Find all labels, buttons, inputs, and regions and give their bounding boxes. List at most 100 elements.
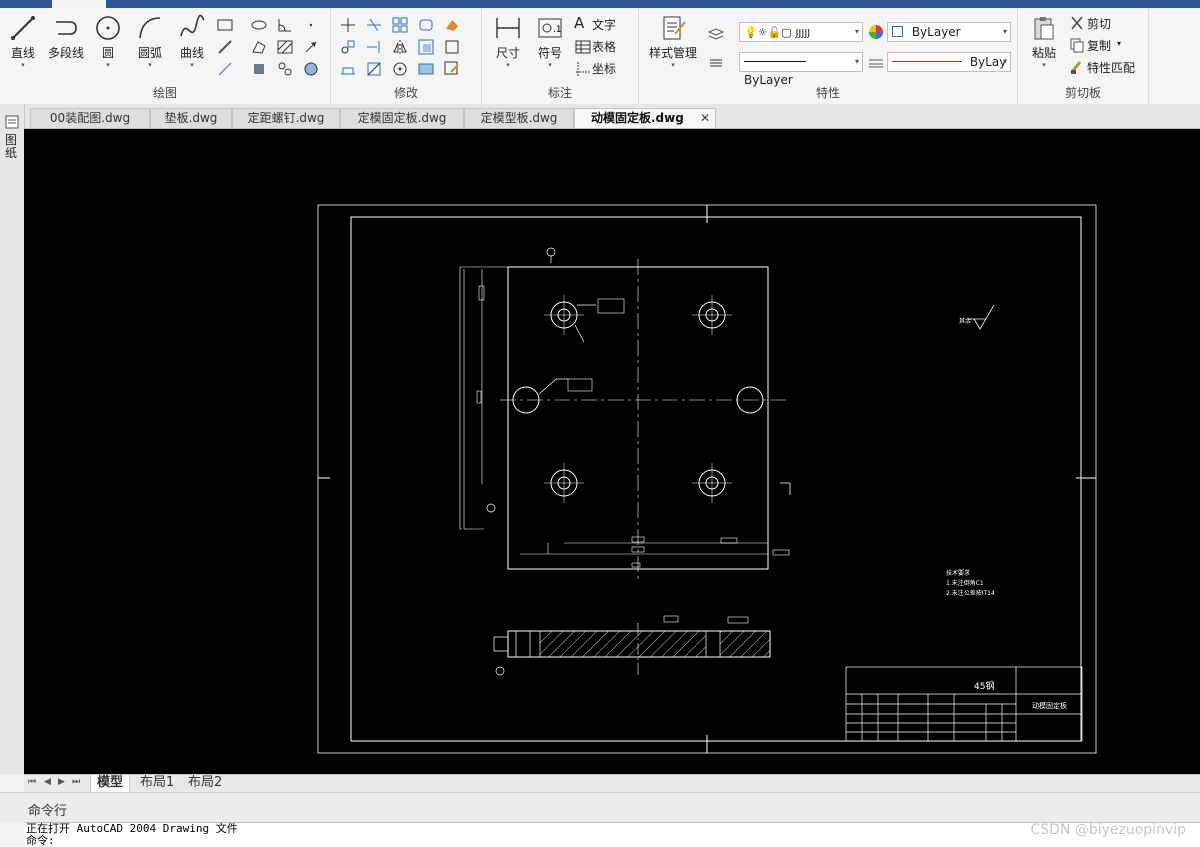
layout-tab[interactable]: 布局2 [182,775,228,792]
dimension-text-block [478,285,485,301]
side-palette-label[interactable]: 图纸 [5,134,19,160]
doc-tab-active[interactable]: 动模固定板.dwg ✕ [574,108,716,128]
dimension-button[interactable]: 尺寸 ▾ [488,8,528,69]
prev-layout-icon[interactable]: ◀ [44,777,51,787]
paste-icon [1034,17,1054,40]
command-prompt[interactable]: 命令: [24,835,1200,847]
match-properties-icon[interactable] [1068,58,1086,76]
linetype-select[interactable]: ByLayer ▾ [739,52,863,87]
close-tab-icon[interactable]: ✕ [700,109,710,128]
line-button[interactable]: 直线 ▾ [4,8,42,69]
lineweight-select-value: ByLay [969,55,1007,69]
mirror-icon[interactable] [391,38,409,56]
cad-drawing[interactable]: 45钢 动模固定板 其余 技术要求 1.未注倒角C1 2.未注公差按IT14 [24,129,1200,774]
angle-icon[interactable] [276,16,294,34]
block-icon[interactable] [250,60,268,78]
array-icon[interactable] [391,16,409,34]
stretch-icon[interactable] [339,60,357,78]
side-palette-strip: 图纸 [0,104,25,774]
copy-icon[interactable] [1068,36,1086,54]
drawing-palette-icon[interactable] [4,114,20,130]
command-history[interactable]: 正在打开 AutoCAD 2004 Drawing 文件 命令: [24,822,1200,847]
dimension-text-block [597,298,625,314]
arc-button[interactable]: 圆弧 ▾ [130,8,170,69]
linetype-select-arrow-icon: ▾ [854,57,859,66]
erase-icon[interactable] [443,16,461,34]
lineweight-select[interactable]: ByLay ▾ [887,52,1011,72]
explode-icon[interactable] [443,38,461,56]
move-icon[interactable] [339,16,357,34]
chamfer-icon[interactable] [417,60,435,78]
wipeout-icon[interactable] [302,60,320,78]
doc-tab[interactable]: 定模固定板.dwg [340,108,464,128]
table-icon[interactable] [574,38,592,56]
next-layout-icon[interactable]: ▶ [58,777,65,787]
arrow-icon[interactable] [302,38,320,56]
text-icon[interactable]: A [574,14,584,32]
roughness-symbol [968,304,995,330]
properties-panel: 样式管理 ▾ 💡☼🔓▢ JJJJJ ▾ ByLayer ▾ ByLayer ▾ B… [639,8,1018,104]
trim-icon[interactable] [365,16,383,34]
document-tab-bar: 00装配图.dwg 垫板.dwg 定距螺钉.dwg 定模固定板.dwg 定模型板… [0,104,1200,129]
rotate-icon[interactable] [391,60,409,78]
circle-button[interactable]: 圆 ▾ [90,8,126,69]
lineweight-icon[interactable] [867,54,885,72]
clipboard-panel: 粘贴 ▾ 剪切 复制 ▾ 特性匹配 剪切板 [1018,8,1149,104]
edit-icon[interactable] [443,60,461,78]
region-icon[interactable] [250,38,268,56]
linetype-list-icon[interactable] [707,54,725,72]
layout-tab[interactable]: 布局1 [134,775,180,792]
drawing-canvas[interactable]: 45钢 动模固定板 其余 技术要求 1.未注倒角C1 2.未注公差按IT14 [24,129,1200,774]
copy-object-icon[interactable] [339,38,357,56]
curve-button[interactable]: 曲线 ▾ [172,8,212,69]
copy-button[interactable]: 复制 [1087,37,1111,54]
group-icon[interactable] [276,60,294,78]
curve-label: 曲线 [179,46,204,60]
layer-select[interactable]: 💡☼🔓▢ JJJJJ ▾ [739,22,863,42]
layer-manager-icon[interactable] [707,26,725,44]
last-layout-icon[interactable]: ⏭ [72,777,80,787]
scale-icon[interactable] [365,60,383,78]
watermark-text: CSDN @biyezuopinvip [1030,822,1186,838]
doc-tab[interactable]: 定模型板.dwg [464,108,574,128]
layer-select-arrow-icon: ▾ [854,27,859,36]
layout-tab-model[interactable]: 模型 [90,775,131,793]
hatch-icon[interactable] [276,38,294,56]
color-select[interactable]: ByLayer ▾ [887,22,1011,42]
color-swatch [892,26,903,37]
coordinate-button[interactable]: 坐标 [592,60,616,77]
doc-tab[interactable]: 垫板.dwg [150,108,232,128]
ellipse-icon[interactable] [250,16,268,34]
cut-icon[interactable] [1068,14,1086,32]
fillet-icon[interactable] [417,16,435,34]
match-properties-button[interactable]: 特性匹配 [1087,59,1135,76]
rectangle-icon[interactable] [216,16,234,34]
style-manager-button[interactable]: 样式管理 ▾ [643,8,703,69]
ray-icon[interactable] [216,60,234,78]
doc-tab[interactable]: 定距螺钉.dwg [232,108,340,128]
first-layout-icon[interactable]: ⏮ [28,777,36,787]
construction-line-icon[interactable] [216,38,234,56]
color-wheel-icon[interactable] [867,23,885,41]
symbol-button[interactable]: .1 符号 ▾ [530,8,570,69]
offset-icon[interactable] [417,38,435,56]
table-button[interactable]: 表格 [592,38,616,55]
cut-button[interactable]: 剪切 [1087,15,1111,32]
command-line-title: 命令行 [28,804,68,819]
ribbon-tab-home[interactable] [52,0,106,8]
draw-panel-title: 绘图 [152,86,177,100]
polyline-button[interactable]: 多段线 [44,8,88,61]
extension-line [460,266,508,530]
polyline-label: 多段线 [47,46,84,60]
copy-dropdown-icon[interactable]: ▾ [1117,39,1121,48]
extend-icon[interactable] [365,38,383,56]
doc-tab[interactable]: 00装配图.dwg [30,108,150,128]
point-icon[interactable] [302,16,320,34]
annotate-panel: 尺寸 ▾ .1 符号 ▾ A 文字 表格 坐标 标注 [482,8,639,104]
properties-panel-title: 特性 [815,86,840,100]
symbol-label: 符号 [537,46,562,60]
paste-button[interactable]: 粘贴 ▾ [1024,8,1064,69]
leader-line [538,304,596,395]
text-button[interactable]: 文字 [592,16,616,33]
coordinate-icon[interactable] [574,60,592,78]
